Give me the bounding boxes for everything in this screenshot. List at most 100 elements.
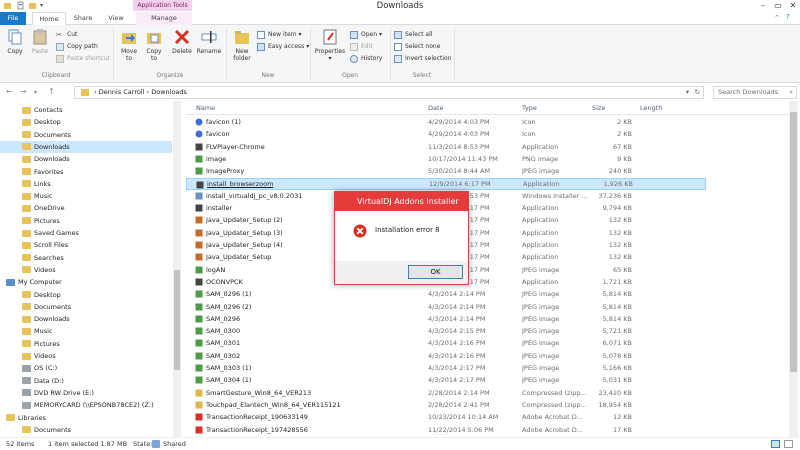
refresh-icon[interactable]: ↻ <box>695 87 700 98</box>
forward-icon[interactable]: → <box>20 87 27 96</box>
nav-item[interactable]: Documents <box>0 129 172 141</box>
file-row[interactable]: SAM_0304 (1) 4/3/2014 2:17 PM JPEG image 5,… <box>186 374 706 386</box>
address-bar[interactable]: › Dennis Carroll › Downloads ▾ ↻ <box>74 86 704 99</box>
column-header-size[interactable]: Size <box>592 101 605 115</box>
file-row[interactable]: SAM_0301 4/3/2014 2:16 PM JPEG image 6,071 … <box>186 337 706 349</box>
ok-button[interactable]: OK <box>408 265 463 279</box>
rename-button[interactable]: Rename <box>196 28 222 55</box>
invert-selection-button[interactable]: Invert selection <box>394 54 452 64</box>
tab-share[interactable]: Share <box>68 12 98 25</box>
folder-icon <box>22 217 31 225</box>
tab-manage[interactable]: Manage <box>136 12 192 25</box>
nav-item[interactable]: Desktop <box>0 289 172 301</box>
nav-item[interactable]: Music <box>0 325 172 337</box>
file-row[interactable]: SAM_0300 4/3/2014 2:15 PM JPEG image 5,721 … <box>186 325 706 337</box>
file-row[interactable]: TransactionReceipt_197428556 11/22/2014 5… <box>186 424 706 436</box>
nav-item[interactable]: Pictures <box>0 338 172 350</box>
easy-access-button[interactable]: Easy access ▾ <box>257 42 309 52</box>
breadcrumb-downloads[interactable]: Downloads <box>151 88 187 96</box>
nav-item[interactable]: MEMORYCARD (\\EPSONB78CE2) (Z:) <box>0 399 172 411</box>
tab-home[interactable]: Home <box>32 12 66 25</box>
tab-view[interactable]: View <box>100 12 132 25</box>
file-row[interactable]: SAM_0303 (1) 4/3/2014 2:17 PM JPEG image 5,… <box>186 362 706 374</box>
nav-item[interactable]: Favorites <box>0 166 172 178</box>
select-all-button[interactable]: Select all <box>394 30 432 40</box>
history-button[interactable]: History <box>350 54 382 64</box>
nav-item-label: Contacts <box>34 106 63 114</box>
nav-item[interactable]: Videos <box>0 264 172 276</box>
copy-button[interactable]: Copy <box>4 28 26 55</box>
file-row[interactable]: SAM_0296 (2) 4/3/2014 2:14 PM JPEG image 5,… <box>186 301 706 313</box>
column-header-date[interactable]: Date <box>428 101 444 115</box>
nav-item[interactable]: Saved Games <box>0 227 172 239</box>
file-row[interactable]: install_browserzoom 12/9/2014 6:17 PM Appl… <box>186 177 706 190</box>
nav-item[interactable]: Searches <box>0 252 172 264</box>
back-icon[interactable]: ← <box>6 87 13 96</box>
new-item-button[interactable]: New item ▾ <box>257 30 301 40</box>
paste-button[interactable]: Paste <box>29 28 51 55</box>
delete-button[interactable]: Delete <box>171 28 193 55</box>
nav-scrollbar[interactable] <box>173 101 181 437</box>
copy-path-button[interactable]: Copy path <box>56 42 98 52</box>
nav-item[interactable]: DVD RW Drive (E:) <box>0 387 172 399</box>
nav-item[interactable]: Music <box>0 190 172 202</box>
nav-item[interactable]: Libraries <box>0 412 172 424</box>
move-to-button[interactable]: Move to <box>118 28 140 62</box>
nav-item[interactable]: Scroll Files <box>0 239 172 251</box>
maximize-icon[interactable]: ▭ <box>771 0 785 11</box>
nav-item[interactable]: Desktop <box>0 116 172 128</box>
open-icon <box>350 30 358 39</box>
nav-item[interactable]: Downloads <box>0 140 172 153</box>
nav-item[interactable]: Pictures <box>0 215 172 227</box>
nav-item[interactable]: OS (C:) <box>0 362 172 374</box>
edit-button[interactable]: Edit <box>350 42 373 52</box>
file-row[interactable]: ImageProxy 5/30/2014 8:44 AM JPEG image 240… <box>186 165 706 177</box>
open-button[interactable]: Open ▾ <box>350 30 382 40</box>
minimize-icon[interactable]: – <box>756 0 770 11</box>
cut-button[interactable]: ✂ Cut <box>56 30 77 40</box>
paste-shortcut-button[interactable]: Paste shortcut <box>56 54 110 64</box>
close-icon[interactable]: ✕ <box>786 0 800 11</box>
file-row[interactable]: SAM_0302 4/3/2014 2:16 PM JPEG image 5,078 … <box>186 350 706 362</box>
file-row[interactable]: TransactionReceipt_190633149 10/23/2014 1… <box>186 411 706 423</box>
file-row[interactable]: FLVPlayer-Chrome 11/3/2014 8:53 PM Applica… <box>186 141 706 153</box>
nav-item[interactable]: My Computer <box>0 276 172 288</box>
nav-item[interactable]: Links <box>0 178 172 190</box>
column-header-length[interactable]: Length <box>640 101 662 115</box>
properties-button[interactable]: Properties ▾ <box>314 28 346 62</box>
recent-locations-icon[interactable]: ▾ <box>34 89 37 96</box>
nav-item[interactable]: Contacts <box>0 104 172 116</box>
new-folder-button[interactable]: New folder <box>230 28 254 62</box>
nav-item[interactable]: Downloads <box>0 153 172 165</box>
java-app-icon <box>195 229 203 237</box>
file-row[interactable]: favicon 4/29/2014 4:03 PM Icon 2 KB <box>186 128 706 140</box>
ribbon-collapse-icon[interactable]: ⌃ <box>774 14 780 22</box>
file-row[interactable]: SAM_0296 4/3/2014 2:14 PM JPEG image 5,814 … <box>186 313 706 325</box>
copy-to-button[interactable]: Copy to <box>143 28 165 62</box>
breadcrumb-dennis-carroll[interactable]: Dennis Carroll <box>99 88 145 96</box>
nav-item[interactable]: Downloads <box>0 313 172 325</box>
nav-item[interactable]: Documents <box>0 301 172 313</box>
nav-item[interactable]: OneDrive <box>0 202 172 214</box>
address-dropdown-icon[interactable]: ▾ <box>686 87 689 98</box>
up-icon[interactable]: ↑ <box>48 87 55 96</box>
nav-item[interactable]: Data (D:) <box>0 375 172 387</box>
large-icons-view-icon[interactable] <box>784 440 793 448</box>
tab-file[interactable]: File <box>0 12 26 25</box>
nav-item[interactable]: Videos <box>0 350 172 362</box>
details-view-icon[interactable] <box>771 440 780 448</box>
file-row[interactable]: Touchpad_Elantech_Win8_64_VER115121 2/28/… <box>186 399 706 411</box>
file-row[interactable]: image 10/17/2014 11:43 PM PNG image 9 KB <box>186 153 706 165</box>
file-row[interactable]: SAM_0296 (1) 4/3/2014 2:14 PM JPEG image 5,… <box>186 288 706 300</box>
help-icon[interactable]: ? <box>786 13 790 21</box>
column-header-name[interactable]: Name <box>196 101 215 115</box>
file-row[interactable]: SmartGesture_Win8_64_VER213 2/28/2014 2:1… <box>186 387 706 399</box>
column-header-type[interactable]: Type <box>522 101 537 115</box>
file-list-scrollbar-thumb[interactable] <box>790 112 797 372</box>
nav-scrollbar-thumb[interactable] <box>174 270 180 370</box>
select-none-button[interactable]: Select none <box>394 42 440 52</box>
search-input[interactable]: Search Downloads ⌕ <box>713 86 797 99</box>
paste-shortcut-icon <box>56 54 64 63</box>
nav-item[interactable]: Documents <box>0 424 172 436</box>
file-row[interactable]: favicon (1) 4/29/2014 4:03 PM Icon 2 KB <box>186 116 706 128</box>
